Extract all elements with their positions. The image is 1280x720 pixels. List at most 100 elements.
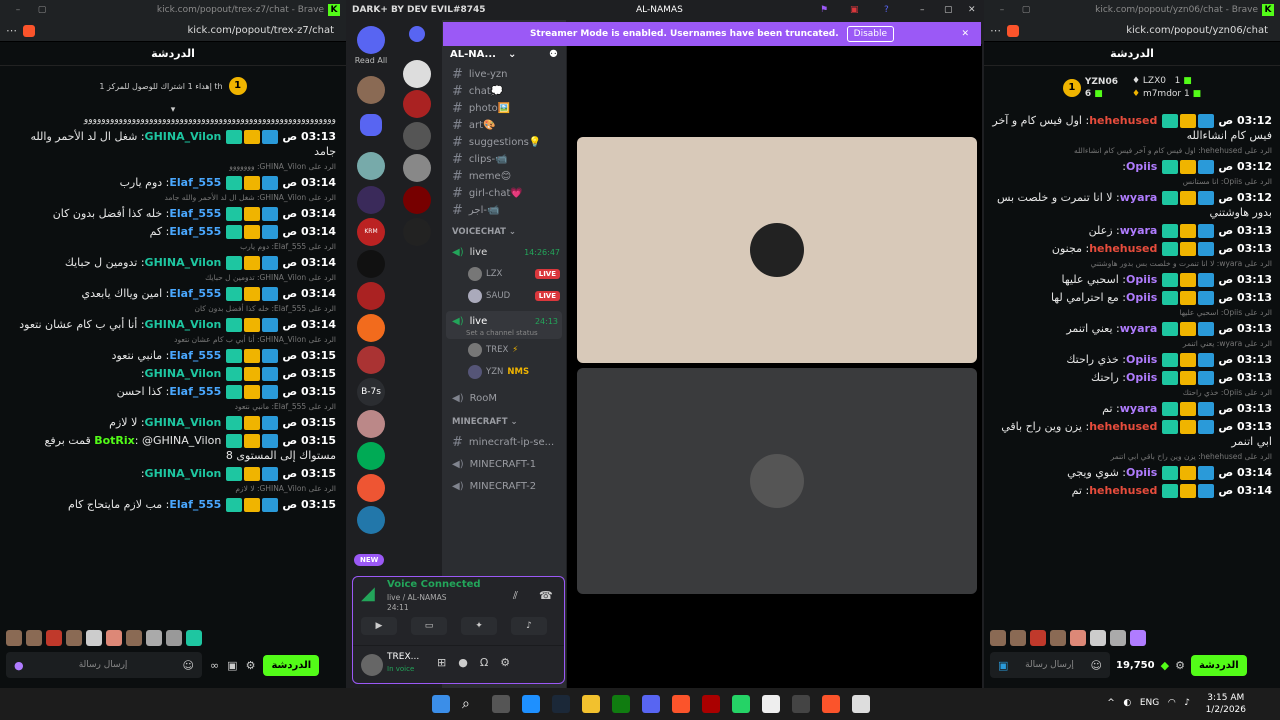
mod-icon[interactable]: ▣ bbox=[998, 659, 1008, 672]
username[interactable]: hehehused bbox=[1089, 484, 1157, 497]
emote-icon[interactable] bbox=[146, 630, 162, 646]
add-member-icon[interactable]: ⚉ bbox=[549, 49, 558, 60]
server-icon[interactable] bbox=[403, 90, 431, 118]
settings-icon[interactable]: ⚙ bbox=[500, 656, 510, 669]
server-icon[interactable] bbox=[357, 474, 385, 502]
chat-message[interactable]: 03:12 ص hehehused: اول فيس كام و آخر فيس… bbox=[992, 113, 1272, 143]
help-icon[interactable]: ? bbox=[884, 5, 889, 15]
discord-home-icon[interactable] bbox=[357, 26, 385, 54]
text-channel[interactable]: # photo🖼️ bbox=[442, 100, 566, 117]
reply-context[interactable]: الرد على GHINA_Vilon: تدومين ل حبايك bbox=[10, 273, 336, 283]
server-icon[interactable] bbox=[403, 60, 431, 88]
voice-channel-path[interactable]: live / AL-NAMAS bbox=[387, 593, 447, 602]
chat-message[interactable]: 03:13 ص wyara: يعني اتنمر bbox=[992, 321, 1272, 336]
noise-suppression-icon[interactable]: ⫽ bbox=[513, 589, 518, 603]
emote-icon[interactable] bbox=[66, 630, 82, 646]
maximize-icon[interactable]: ▢ bbox=[30, 5, 54, 15]
settings-icon[interactable]: ⚙ bbox=[246, 659, 256, 672]
server-icon[interactable] bbox=[357, 346, 385, 374]
chat-message[interactable]: 03:14 ص Elaf_555: كم bbox=[10, 224, 336, 239]
chat-message[interactable]: 03:14 ص Elaf_555: خله كذا أفضل بدون كان bbox=[10, 206, 336, 221]
minimize-icon[interactable]: – bbox=[920, 5, 925, 15]
gamepad-icon[interactable]: ⊞ bbox=[437, 656, 446, 669]
video-tile[interactable] bbox=[577, 137, 977, 363]
screen-share-button[interactable]: ▭ bbox=[411, 617, 447, 635]
menu-icon[interactable]: ⋯ bbox=[990, 24, 1001, 37]
reply-context[interactable]: الرد على Opiis: انا مستانس bbox=[992, 177, 1272, 187]
text-channel[interactable]: # chat💭 bbox=[442, 83, 566, 100]
reply-context[interactable]: الرد على GHINA_Vilon: شغل ال لد الأحمر و… bbox=[10, 193, 336, 203]
menu-icon[interactable]: ⋯ bbox=[6, 24, 17, 37]
chat-message[interactable]: 03:13 ص wyara: زعلن bbox=[992, 223, 1272, 238]
username[interactable]: Elaf_555 bbox=[169, 385, 221, 398]
voice-channel-room[interactable]: ◀) RooM bbox=[442, 387, 566, 409]
username[interactable]: Opiis bbox=[1126, 160, 1157, 173]
sub-goal-banner[interactable]: إهداء 1 اشتراك للوصول للمركز 1 th 1 bbox=[0, 66, 346, 106]
username[interactable]: wyara bbox=[1120, 322, 1158, 335]
server-icon[interactable] bbox=[357, 76, 385, 104]
emote-icon[interactable] bbox=[1130, 630, 1146, 646]
brave-icon[interactable] bbox=[822, 695, 840, 713]
text-channel[interactable]: # art🎨 bbox=[442, 117, 566, 134]
camera-button[interactable]: ▶ bbox=[361, 617, 397, 635]
username[interactable]: Opiis bbox=[1126, 466, 1157, 479]
chat-message[interactable]: 03:15 ص GHINA_Vilon: لا لازم bbox=[10, 415, 336, 430]
chat-message[interactable]: 03:15 ص Elaf_555: مانبي نتعود bbox=[10, 348, 336, 363]
brave-icon[interactable] bbox=[672, 695, 690, 713]
folder-icon[interactable] bbox=[409, 26, 425, 42]
text-channel[interactable]: # meme😊 bbox=[442, 168, 566, 185]
reply-context[interactable]: الرد على Elaf_555: خله كذا أفضل بدون كان bbox=[10, 304, 336, 314]
app-icon[interactable] bbox=[702, 695, 720, 713]
username[interactable]: wyara bbox=[1120, 224, 1158, 237]
send-chat-button[interactable]: الدردشة bbox=[1190, 654, 1247, 676]
emote-icon[interactable] bbox=[990, 630, 1006, 646]
text-channel[interactable]: # suggestions💡 bbox=[442, 134, 566, 151]
emote-icon[interactable] bbox=[1070, 630, 1086, 646]
chat-message[interactable]: 03:15 ص Elaf_555: كذا احسن bbox=[10, 384, 336, 399]
chat-message[interactable]: 03:15 ص GHINA_Vilon: bbox=[10, 366, 336, 381]
minecraft-category[interactable]: MINECRAFT ⌄ bbox=[442, 409, 566, 431]
chat-message[interactable]: 03:15 ص GHINA_Vilon: bbox=[10, 466, 336, 481]
chat-message[interactable]: 03:15 ص BotRix: @GHINA_Vilon قمت برفع مس… bbox=[10, 433, 336, 463]
address-bar[interactable]: ⋯ kick.com/popout/yzn06/chat bbox=[984, 20, 1280, 42]
system-tray[interactable]: ^ ◐ ENG ◠ ♪ bbox=[1107, 698, 1190, 708]
username[interactable]: hehehused bbox=[1089, 114, 1157, 127]
chat-message[interactable]: 03:13 ص Opiis: خذي راحتك bbox=[992, 352, 1272, 367]
channel-minecraft-ip[interactable]: # minecraft-ip-se... bbox=[442, 431, 566, 453]
username[interactable]: Elaf_555 bbox=[169, 176, 221, 189]
activities-button[interactable]: ✦ bbox=[461, 617, 497, 635]
chat-message[interactable]: 03:13 ص hehehused: مجنون bbox=[992, 241, 1272, 256]
username[interactable]: hehehused bbox=[1089, 242, 1157, 255]
text-channel[interactable]: # clips-📹 bbox=[442, 151, 566, 168]
text-channel[interactable]: # live-yzn bbox=[442, 66, 566, 83]
url-text[interactable]: kick.com/popout/yzn06/chat bbox=[1019, 25, 1274, 36]
disable-button[interactable]: Disable bbox=[846, 26, 895, 42]
maximize-icon[interactable]: ▢ bbox=[944, 5, 953, 15]
text-channel[interactable]: # اجر-📹 bbox=[442, 202, 566, 219]
collapse-icon[interactable]: ▾ bbox=[0, 106, 346, 115]
edge-icon[interactable] bbox=[522, 695, 540, 713]
server-icon[interactable] bbox=[403, 154, 431, 182]
emoji-icon[interactable]: ☺ bbox=[183, 659, 194, 672]
text-channel[interactable]: # girl-chat💗 bbox=[442, 185, 566, 202]
server-icon[interactable] bbox=[403, 122, 431, 150]
language-indicator[interactable]: ENG bbox=[1140, 698, 1159, 708]
brave-shield-icon[interactable] bbox=[1007, 24, 1019, 37]
kicks-balance[interactable]: 19,750 bbox=[1116, 660, 1155, 671]
username[interactable]: wyara bbox=[1120, 402, 1158, 415]
server-icon[interactable] bbox=[357, 410, 385, 438]
chat-message[interactable]: 03:13 ص Opiis: مع احترامي لها bbox=[992, 290, 1272, 305]
username[interactable]: BotRix bbox=[94, 434, 135, 447]
chat-message[interactable]: 03:12 ص wyara: لا انا تنمرت و خلصت بس بد… bbox=[992, 190, 1272, 220]
username[interactable]: wyara bbox=[1120, 191, 1158, 204]
close-icon[interactable]: ✕ bbox=[968, 5, 976, 15]
username[interactable]: GHINA_Vilon bbox=[145, 130, 222, 143]
chat-message[interactable]: 03:12 ص Opiis: bbox=[992, 159, 1272, 174]
voice-channel-live-1[interactable]: ◀) live 14:26:47 bbox=[442, 241, 566, 263]
username[interactable]: GHINA_Vilon bbox=[145, 467, 222, 480]
voice-user[interactable]: YZN NMS bbox=[442, 361, 566, 383]
task-view-icon[interactable] bbox=[492, 695, 510, 713]
emote-icon[interactable] bbox=[1030, 630, 1046, 646]
settings-icon[interactable]: ⚙ bbox=[1175, 659, 1185, 672]
reply-context[interactable]: الرد على Opiis: اسحبي عليها bbox=[992, 308, 1272, 318]
